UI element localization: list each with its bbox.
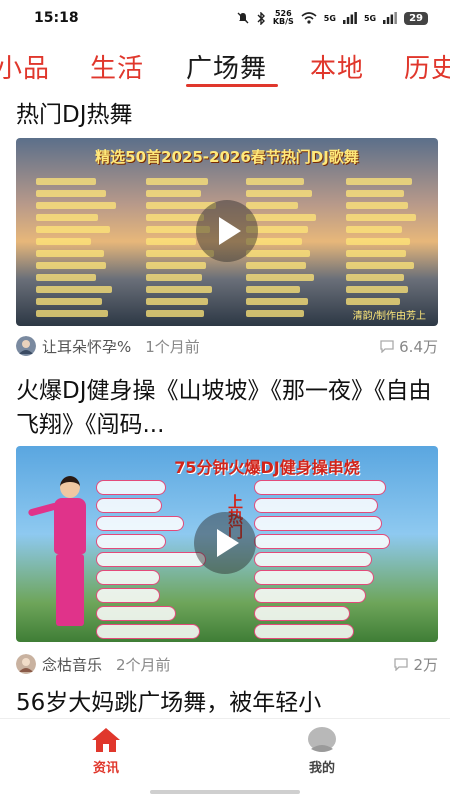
status-time: 15:18 — [34, 10, 79, 26]
active-tab-indicator — [186, 84, 278, 87]
tab-bendi[interactable]: 本地 — [310, 48, 364, 85]
signal-icon — [342, 12, 357, 24]
tab-xiaopin[interactable]: 小品 — [0, 48, 50, 85]
video-meta: 让耳朵怀孕% 1个月前 6.4万 — [16, 334, 438, 358]
video-card[interactable]: 火爆DJ健身操《山坡坡》《那一夜》《自由飞翔》《闯码... 75分钟火爆DJ健身… — [0, 374, 450, 686]
nav-profile-label: 我的 — [308, 761, 335, 776]
comment-icon — [380, 340, 394, 353]
play-button[interactable] — [194, 512, 256, 574]
author-name[interactable]: 让耳朵怀孕% — [42, 336, 131, 357]
signal-5g-1: 5G — [323, 13, 336, 23]
video-title[interactable]: 56岁大妈跳广场舞，被年轻小 — [0, 686, 337, 718]
home-indicator[interactable] — [150, 790, 300, 794]
bottom-navigation: 资讯 我的 — [0, 718, 450, 800]
post-time: 1个月前 — [145, 337, 200, 356]
avatar[interactable] — [16, 654, 36, 674]
home-icon — [92, 728, 120, 752]
comment-count: 6.4万 — [399, 337, 438, 356]
tab-lishi[interactable]: 历史 — [404, 48, 450, 85]
video-feed[interactable]: 热门DJ热舞 精选50首2025-2026春节热门DJ歌舞 清韵/制作由芳上 让… — [0, 92, 450, 718]
nav-news-label: 资讯 — [92, 761, 119, 776]
tab-guangchangwu[interactable]: 广场舞 — [186, 48, 267, 85]
network-speed: 526 KB/S — [272, 9, 294, 26]
thumbnail-song-list-right — [254, 480, 404, 642]
signal-5g-2: 5G — [363, 13, 377, 23]
profile-icon — [308, 727, 336, 752]
bell-off-icon — [237, 12, 249, 24]
video-thumbnail[interactable]: 75分钟火爆DJ健身操串烧 上热门 — [16, 446, 438, 642]
tab-shenghuo[interactable]: 生活 — [90, 48, 144, 85]
video-meta: 念枯音乐 2个月前 2万 — [16, 652, 438, 676]
status-bar: 15:18 526 KB/S 5G 5G 29 — [0, 0, 450, 36]
video-card[interactable]: 热门DJ热舞 精选50首2025-2026春节热门DJ歌舞 清韵/制作由芳上 让… — [0, 92, 450, 374]
nav-profile[interactable]: 我的 — [282, 727, 362, 776]
battery-indicator: 29 — [404, 11, 428, 25]
avatar[interactable] — [16, 336, 36, 356]
category-tabs: 小品 生活 广场舞 本地 历史 — [0, 40, 450, 92]
play-button[interactable] — [196, 200, 258, 262]
comment-icon — [394, 658, 409, 671]
thumbnail-title: 75分钟火爆DJ健身操串烧 — [174, 458, 360, 477]
nav-news[interactable]: 资讯 — [66, 727, 146, 776]
dancer-figure — [27, 476, 94, 634]
wifi-icon — [301, 12, 317, 24]
video-card[interactable]: 56岁大妈跳广场舞，被年轻小 — [0, 686, 450, 718]
bluetooth-icon — [257, 11, 265, 25]
video-title[interactable]: 火爆DJ健身操《山坡坡》《那一夜》《自由飞翔》《闯码... — [0, 374, 450, 442]
video-thumbnail[interactable]: 精选50首2025-2026春节热门DJ歌舞 清韵/制作由芳上 — [16, 138, 438, 326]
thumbnail-credit: 清韵/制作由芳上 — [352, 311, 426, 322]
play-icon — [217, 529, 239, 557]
comment-count: 2万 — [413, 655, 438, 674]
status-icons: 526 KB/S 5G 5G 29 — [237, 10, 428, 26]
thumbnail-title: 精选50首2025-2026春节热门DJ歌舞 — [95, 148, 359, 166]
signal-icon-2 — [383, 12, 397, 24]
author-name[interactable]: 念枯音乐 — [42, 654, 102, 675]
thumbnail-song-list-left — [96, 480, 206, 642]
video-title[interactable]: 热门DJ热舞 — [0, 98, 149, 132]
post-time: 2个月前 — [116, 655, 171, 674]
play-icon — [219, 217, 241, 245]
